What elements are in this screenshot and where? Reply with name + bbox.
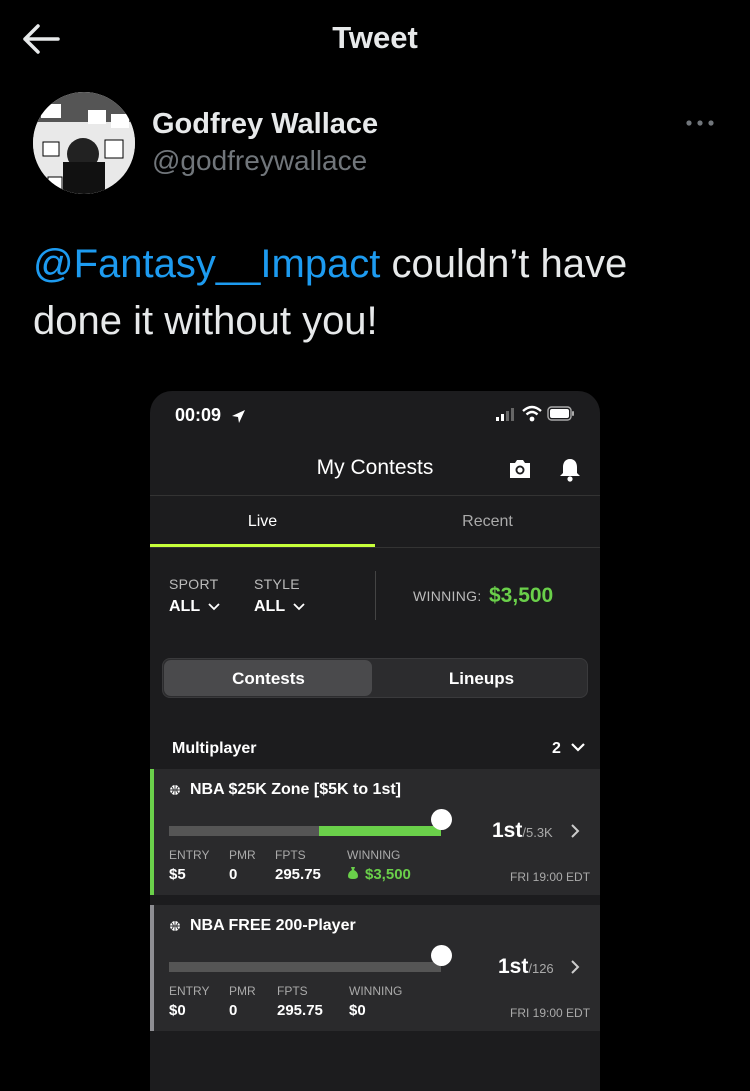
section-title: Multiplayer (172, 740, 257, 757)
entry-label: ENTRY (169, 984, 210, 998)
money-bag-icon (348, 867, 358, 879)
chevron-down-icon[interactable] (293, 602, 305, 611)
section-count[interactable]: 2 (552, 740, 561, 758)
contest-card[interactable]: NBA $25K Zone [$5K to 1st] 1st/5.3K ENTR… (150, 769, 600, 895)
attached-image[interactable]: 00:09 My Contests Live Recent SPORT ALL … (150, 391, 600, 1091)
tab-live[interactable]: Live (150, 513, 375, 531)
segment-lineups[interactable]: Lineups (375, 669, 588, 689)
pmr-value: 0 (229, 866, 238, 883)
entry-label: ENTRY (169, 848, 210, 862)
rank-total: /5.3K (522, 825, 553, 840)
basketball-icon (170, 785, 180, 795)
divider (150, 547, 600, 548)
entry-value: $0 (169, 1002, 186, 1019)
contest-rank: 1st/126 (498, 955, 554, 979)
style-filter-label: STYLE (254, 576, 300, 592)
page-title: Tweet (332, 20, 418, 55)
pmr-label: PMR (229, 848, 256, 862)
pmr-label: PMR (229, 984, 256, 998)
sport-filter-value[interactable]: ALL (169, 598, 200, 616)
location-arrow-icon (232, 410, 245, 423)
app-title: My Contests (316, 456, 434, 479)
entry-value: $5 (169, 866, 186, 883)
contest-date: FRI 19:00 EDT (510, 1006, 591, 1020)
basketball-icon (170, 921, 180, 931)
progress-bar (169, 826, 441, 836)
progress-knob (431, 945, 452, 966)
fpts-value: 295.75 (277, 1002, 323, 1019)
signal-icon (496, 408, 514, 421)
contest-name: NBA FREE 200-Player (190, 917, 356, 934)
contest-card[interactable]: NBA FREE 200-Player 1st/126 ENTRY $0 PMR… (150, 905, 600, 1031)
winning-label: WINNING: (413, 588, 482, 604)
fpts-label: FPTS (277, 984, 308, 998)
winning-value: $3,500 (365, 866, 411, 883)
card-accent (150, 905, 154, 1031)
filter-divider (375, 571, 376, 620)
chevron-right-icon[interactable] (570, 959, 580, 975)
fpts-value: 295.75 (275, 866, 321, 883)
contest-rank: 1st/5.3K (492, 819, 553, 843)
author-handle[interactable]: @godfreywallace (152, 145, 367, 177)
more-options-icon[interactable] (683, 108, 717, 138)
contest-date: FRI 19:00 EDT (510, 870, 591, 884)
fpts-label: FPTS (275, 848, 306, 862)
tab-recent[interactable]: Recent (375, 513, 600, 531)
rank-value: 1st (492, 819, 523, 842)
divider (150, 495, 600, 496)
rank-total: /126 (528, 961, 554, 976)
winning-label: WINNING (349, 984, 403, 998)
chevron-down-icon[interactable] (570, 741, 586, 753)
pmr-value: 0 (229, 1002, 238, 1019)
author-name[interactable]: Godfrey Wallace (152, 108, 378, 141)
progress-fill (318, 826, 441, 836)
camera-icon[interactable] (508, 458, 532, 480)
mention-link[interactable]: @Fantasy__Impact (33, 242, 380, 286)
rank-value: 1st (498, 955, 529, 978)
card-accent (150, 769, 154, 895)
chevron-down-icon[interactable] (208, 602, 220, 611)
sport-filter-label: SPORT (169, 576, 219, 592)
progress-knob (431, 809, 452, 830)
segment-contests[interactable]: Contests (162, 669, 375, 689)
chevron-right-icon[interactable] (570, 823, 580, 839)
avatar[interactable] (33, 92, 135, 194)
contest-name: NBA $25K Zone [$5K to 1st] (190, 781, 401, 798)
battery-icon (547, 406, 574, 421)
winning-value: $0 (349, 1002, 366, 1019)
bell-icon[interactable] (558, 457, 582, 483)
status-time: 00:09 (175, 405, 222, 425)
winning-total: $3,500 (489, 584, 554, 607)
tweet-text: @Fantasy__Impact couldn’t have done it w… (33, 236, 723, 350)
wifi-icon (522, 405, 542, 422)
style-filter-value[interactable]: ALL (254, 598, 285, 616)
progress-bar (169, 962, 441, 972)
winning-label: WINNING (347, 848, 401, 862)
